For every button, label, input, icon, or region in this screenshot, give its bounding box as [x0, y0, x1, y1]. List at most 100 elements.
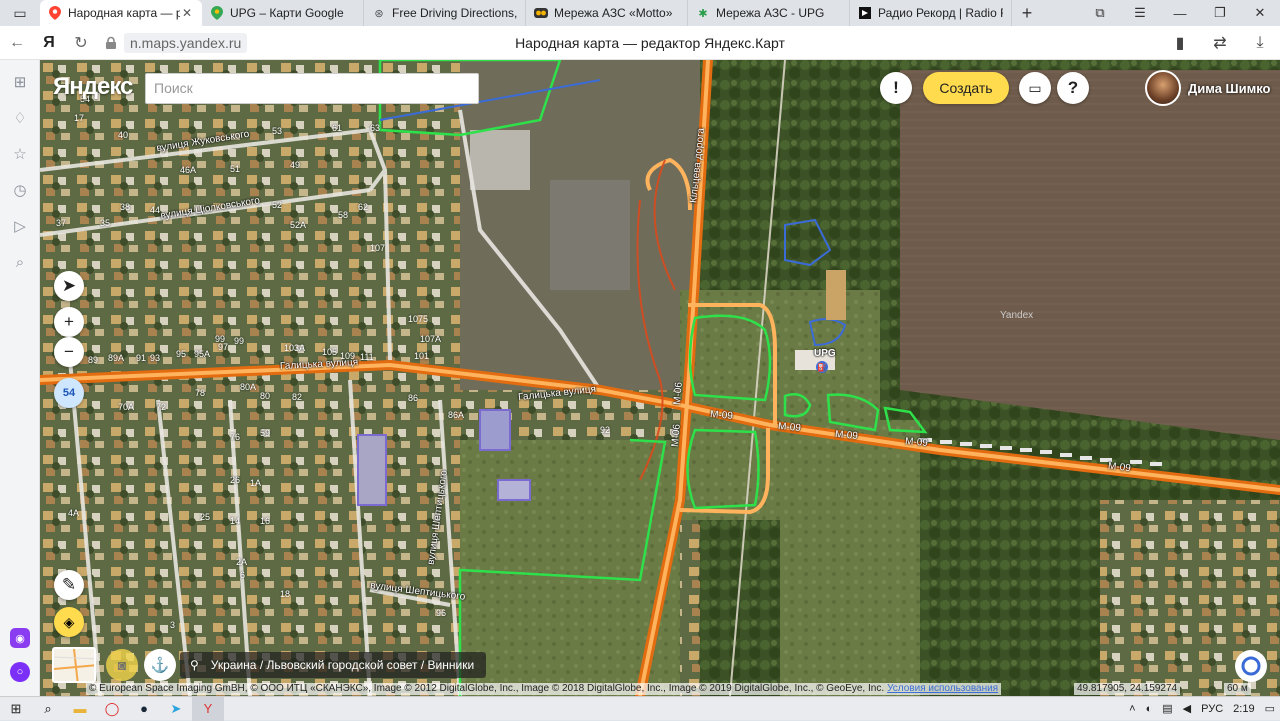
- tray-arrow-icon[interactable]: ˄: [1129, 703, 1135, 715]
- tab-yandex-map[interactable]: Народная карта — ред ✕: [40, 0, 202, 26]
- copyright-notice: © European Space Imaging GmBH, © ООО ИТЦ…: [86, 683, 1002, 695]
- minimize-icon[interactable]: —: [1160, 6, 1200, 21]
- camera-icon[interactable]: ◙: [106, 649, 138, 681]
- tab-title: Free Driving Directions, Tra: [392, 6, 517, 20]
- upg-icon: ✱: [698, 7, 708, 20]
- url-field[interactable]: n.maps.yandex.ru: [124, 32, 248, 53]
- sidebar-toggle-icon[interactable]: ▭: [0, 0, 40, 26]
- zoom-in-button[interactable]: +: [54, 307, 84, 337]
- tray-apps-icon[interactable]: ◐: [1146, 703, 1153, 715]
- protect-icon[interactable]: ⇄: [1200, 33, 1240, 53]
- house-number-label: 95: [176, 349, 187, 359]
- map-canvas[interactable]: ⛽ вулиця Жуковського вулиця Ціолковськог…: [40, 60, 1280, 696]
- menu-icon[interactable]: ☰: [1120, 5, 1160, 21]
- tab-close-icon[interactable]: ✕: [180, 6, 194, 20]
- search-input[interactable]: Поиск: [145, 73, 479, 104]
- zoom-out-button[interactable]: −: [54, 337, 84, 367]
- telegram-icon[interactable]: ➤: [160, 697, 192, 721]
- network-icon[interactable]: ▤: [1162, 702, 1172, 715]
- ruler-icon[interactable]: ✎: [54, 570, 84, 600]
- search-icon[interactable]: ⌕: [32, 697, 64, 721]
- tab-title: Мережа АЗС - UPG: [716, 6, 825, 20]
- download-icon[interactable]: ⤓: [1240, 34, 1280, 52]
- tab-title: Радио Рекорд | Radio Rec: [878, 6, 1003, 20]
- driving-icon: ⊛: [374, 7, 384, 20]
- back-icon[interactable]: ←: [0, 34, 34, 52]
- clock[interactable]: 2:19: [1233, 703, 1254, 715]
- opera-icon[interactable]: ◯: [96, 697, 128, 721]
- tab-radio-record[interactable]: Радио Рекорд | Radio Rec: [850, 0, 1012, 26]
- house-number-label: 107: [370, 243, 386, 253]
- house-number-label: 96: [436, 608, 447, 618]
- zoom-level-badge: 54: [54, 378, 84, 408]
- house-number-label: 111: [360, 352, 374, 362]
- house-number-label: 1075: [408, 314, 429, 324]
- yandex-watermark: Yandex: [1000, 310, 1034, 321]
- terms-link[interactable]: Условия использования: [887, 683, 998, 694]
- browser-tab-strip: ▭ Народная карта — ред ✕ UPG – Карти Goo…: [0, 0, 1280, 26]
- google-maps-icon: [210, 6, 224, 20]
- tab-upg-google[interactable]: UPG – Карти Google: [202, 0, 364, 26]
- favorites-star-icon[interactable]: ☆: [10, 144, 30, 164]
- house-number-label: 35: [100, 218, 111, 228]
- yandex-logo-button[interactable]: Я: [34, 34, 64, 52]
- satellite-imagery: ⛽: [40, 60, 1280, 696]
- mini-map[interactable]: [52, 647, 96, 683]
- search-image-icon[interactable]: ⌕: [10, 252, 30, 272]
- help-button[interactable]: ?: [1057, 72, 1089, 104]
- radio-icon: [858, 6, 872, 20]
- bookmark-icon[interactable]: ▮: [1160, 33, 1200, 53]
- notifications-icon[interactable]: ▭: [1265, 702, 1275, 715]
- house-number-label: 26: [230, 475, 241, 485]
- messenger-icon[interactable]: ◉: [10, 628, 30, 648]
- windows-start-icon[interactable]: ⊞: [0, 697, 32, 721]
- house-number-label: 3: [170, 620, 176, 630]
- notifications-icon[interactable]: ♢: [10, 108, 30, 128]
- create-button[interactable]: Создать: [923, 72, 1009, 104]
- house-number-label: 25: [200, 512, 211, 522]
- language-indicator[interactable]: РУС: [1201, 703, 1223, 715]
- house-number-label: 99: [215, 334, 226, 344]
- feedback-icon[interactable]: ▭: [1019, 72, 1051, 104]
- media-play-icon[interactable]: ▷: [10, 216, 30, 236]
- tab-driving-directions[interactable]: ⊛ Free Driving Directions, Tra: [364, 0, 526, 26]
- svg-text:⛽: ⛽: [817, 362, 827, 372]
- new-tab-icon[interactable]: +: [1012, 0, 1042, 26]
- yandex-browser-icon[interactable]: Y: [192, 696, 224, 721]
- house-number-label: 18: [280, 589, 291, 599]
- house-number-label: 6: [240, 570, 246, 580]
- house-number-label: 80: [260, 391, 271, 401]
- layers-icon[interactable]: ◈: [54, 607, 84, 637]
- house-number-label: 109: [340, 351, 356, 361]
- poi-label-upg[interactable]: UPG: [814, 348, 836, 359]
- close-window-icon[interactable]: ✕: [1240, 5, 1280, 21]
- house-number-label: 58: [338, 210, 349, 220]
- geolocation-icon[interactable]: ➤: [54, 271, 84, 301]
- steam-icon[interactable]: ●: [128, 697, 160, 721]
- history-clock-icon[interactable]: ◷: [10, 180, 30, 200]
- reload-icon[interactable]: ↻: [64, 33, 98, 53]
- alice-icon[interactable]: ○: [10, 662, 30, 682]
- user-profile[interactable]: Дима Шимко: [1145, 70, 1271, 106]
- file-explorer-icon[interactable]: ▬: [64, 697, 96, 721]
- alice-assistant-icon[interactable]: [1235, 650, 1267, 682]
- house-number-label: 17: [74, 113, 85, 123]
- yandex-map-icon: [48, 6, 62, 20]
- collections-icon[interactable]: ⧉: [1080, 5, 1120, 21]
- tab-upg-network[interactable]: ✱ Мережа АЗС - UPG: [688, 0, 850, 26]
- apps-grid-icon[interactable]: ⊞: [10, 72, 30, 92]
- alert-button[interactable]: !: [880, 72, 912, 104]
- road-label: М-09: [777, 421, 802, 434]
- tab-motto[interactable]: Мережа АЗС «Motto»: [526, 0, 688, 26]
- road-label: М-09: [709, 409, 734, 422]
- road-label: М-09: [904, 436, 929, 449]
- avatar[interactable]: [1145, 70, 1181, 106]
- panorama-icon[interactable]: ⚓: [144, 649, 176, 681]
- restore-icon[interactable]: ❐: [1200, 5, 1240, 21]
- house-number-label: 103А: [284, 343, 306, 353]
- os-taskbar: ⊞ ⌕ ▬ ◯ ● ➤ Y ˄ ◐ ▤ ◀ РУС 2:19 ▭: [0, 696, 1280, 721]
- copyright-text: © European Space Imaging GmBH, © ООО ИТЦ…: [89, 683, 885, 694]
- yandex-logo[interactable]: Яндекс: [53, 73, 133, 101]
- house-number-label: 92: [600, 425, 611, 435]
- volume-icon[interactable]: ◀: [1183, 702, 1191, 715]
